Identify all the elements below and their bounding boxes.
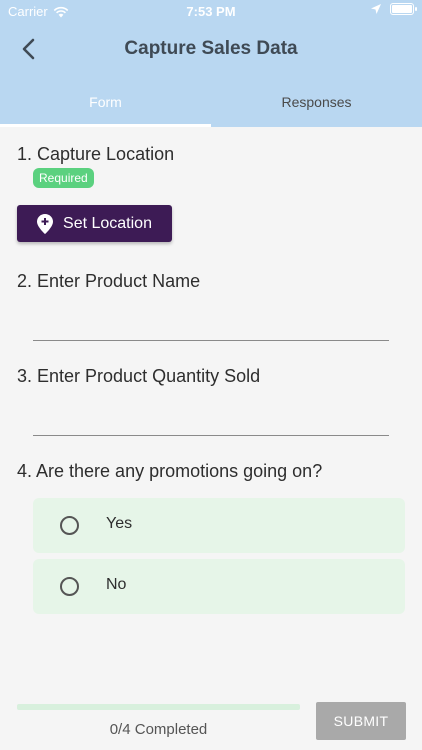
- status-time: 7:53 PM: [186, 4, 236, 19]
- status-right: [370, 3, 417, 15]
- question-2-label: 2. Enter Product Name: [17, 271, 201, 291]
- question-1-label: 1. Capture Location: [17, 144, 175, 164]
- status-bar: Carrier 7:53 PM: [0, 0, 422, 22]
- option-yes[interactable]: Yes: [33, 498, 405, 553]
- required-badge: Required: [33, 168, 94, 188]
- progress-bar: [17, 704, 300, 710]
- quantity-sold-input[interactable]: [33, 404, 389, 436]
- battery-icon: [390, 3, 417, 15]
- product-name-input[interactable]: [33, 309, 389, 341]
- question-4-label: 4. Are there any promotions going on?: [17, 461, 323, 481]
- option-yes-label: Yes: [106, 515, 133, 532]
- option-no-label: No: [106, 576, 127, 593]
- option-no[interactable]: No: [33, 559, 405, 614]
- tab-responses[interactable]: Responses: [211, 84, 422, 127]
- app-header: Carrier 7:53 PM Capture Sales Data Form: [0, 0, 422, 127]
- page-title: Capture Sales Data: [124, 38, 298, 59]
- tab-form[interactable]: Form: [0, 84, 211, 127]
- location-arrow-icon: [371, 4, 381, 14]
- progress-text: 0/4 Completed: [109, 721, 208, 738]
- app-screen: Carrier 7:53 PM Capture Sales Data Form: [0, 0, 422, 750]
- set-location-label: Set Location: [63, 214, 152, 232]
- add-location-pin-icon: [37, 213, 54, 234]
- set-location-button[interactable]: Set Location: [17, 205, 172, 242]
- active-tab-indicator: [0, 124, 211, 127]
- submit-button[interactable]: SUBMIT: [316, 702, 406, 740]
- radio-unselected-icon[interactable]: [60, 516, 79, 535]
- question-3-label: 3. Enter Product Quantity Sold: [17, 366, 261, 386]
- radio-unselected-icon[interactable]: [60, 577, 79, 596]
- tab-bar: Form Responses: [0, 84, 422, 127]
